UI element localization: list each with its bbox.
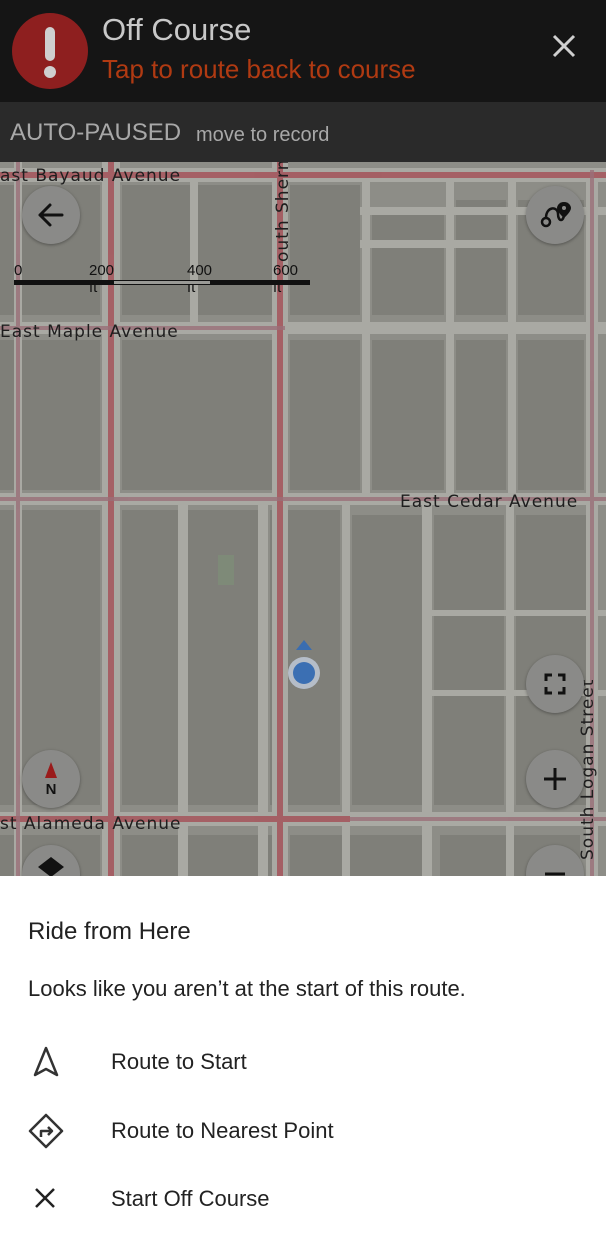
compass-label: N: [45, 781, 57, 798]
zoom-in-button[interactable]: [526, 750, 584, 808]
route-to-start-option[interactable]: Route to Start: [0, 1032, 606, 1092]
street-label-alameda: st Alameda Avenue: [0, 814, 182, 834]
off-course-title: Off Course: [102, 12, 252, 47]
move-to-record-hint: move to record: [196, 124, 330, 146]
close-icon: [35, 1188, 55, 1208]
zoom-in-icon: [544, 768, 566, 790]
map-view[interactable]: ast Bayaud Avenue East Maple Avenue East…: [0, 0, 606, 876]
zoom-out-icon: [545, 872, 565, 876]
sheet-title: Ride from Here: [28, 918, 191, 945]
ride-from-here-sheet: Ride from Here Looks like you aren’t at …: [0, 876, 606, 1242]
route-options-icon: [540, 202, 571, 228]
scale-bar-line: [14, 280, 310, 285]
layers-icon: [38, 857, 64, 876]
layers-button[interactable]: [22, 845, 80, 876]
compass-icon: [45, 762, 57, 778]
zoom-out-button[interactable]: [526, 845, 584, 876]
back-arrow-icon: [38, 203, 64, 227]
start-off-course-option[interactable]: Start Off Course: [0, 1169, 606, 1229]
street-label-maple: East Maple Avenue: [0, 322, 179, 342]
route-back-link[interactable]: Tap to route back to course: [102, 54, 416, 85]
exclamation-circle-icon: [12, 13, 88, 89]
route-to-nearest-point-label: Route to Nearest Point: [111, 1118, 334, 1143]
compass-button[interactable]: N: [22, 750, 80, 808]
turn-right-diamond-icon: [28, 1113, 64, 1149]
close-icon[interactable]: [548, 30, 580, 62]
street-label-bayaud: ast Bayaud Avenue: [0, 166, 182, 186]
route-to-start-label: Route to Start: [111, 1049, 247, 1074]
start-off-course-label: Start Off Course: [111, 1186, 270, 1211]
auto-paused-label: AUTO-PAUSED: [10, 119, 182, 146]
navigation-arrow-icon: [33, 1046, 59, 1077]
route-options-button[interactable]: [526, 186, 584, 244]
back-button[interactable]: [22, 186, 80, 244]
fullscreen-icon: [544, 673, 566, 695]
street-label-cedar: East Cedar Avenue: [400, 492, 579, 512]
sheet-message: Looks like you aren’t at the start of th…: [28, 976, 466, 1001]
route-to-nearest-point-option[interactable]: Route to Nearest Point: [0, 1101, 606, 1161]
fullscreen-button[interactable]: [526, 655, 584, 713]
off-course-banner[interactable]: Off Course Tap to route back to course: [0, 0, 606, 102]
